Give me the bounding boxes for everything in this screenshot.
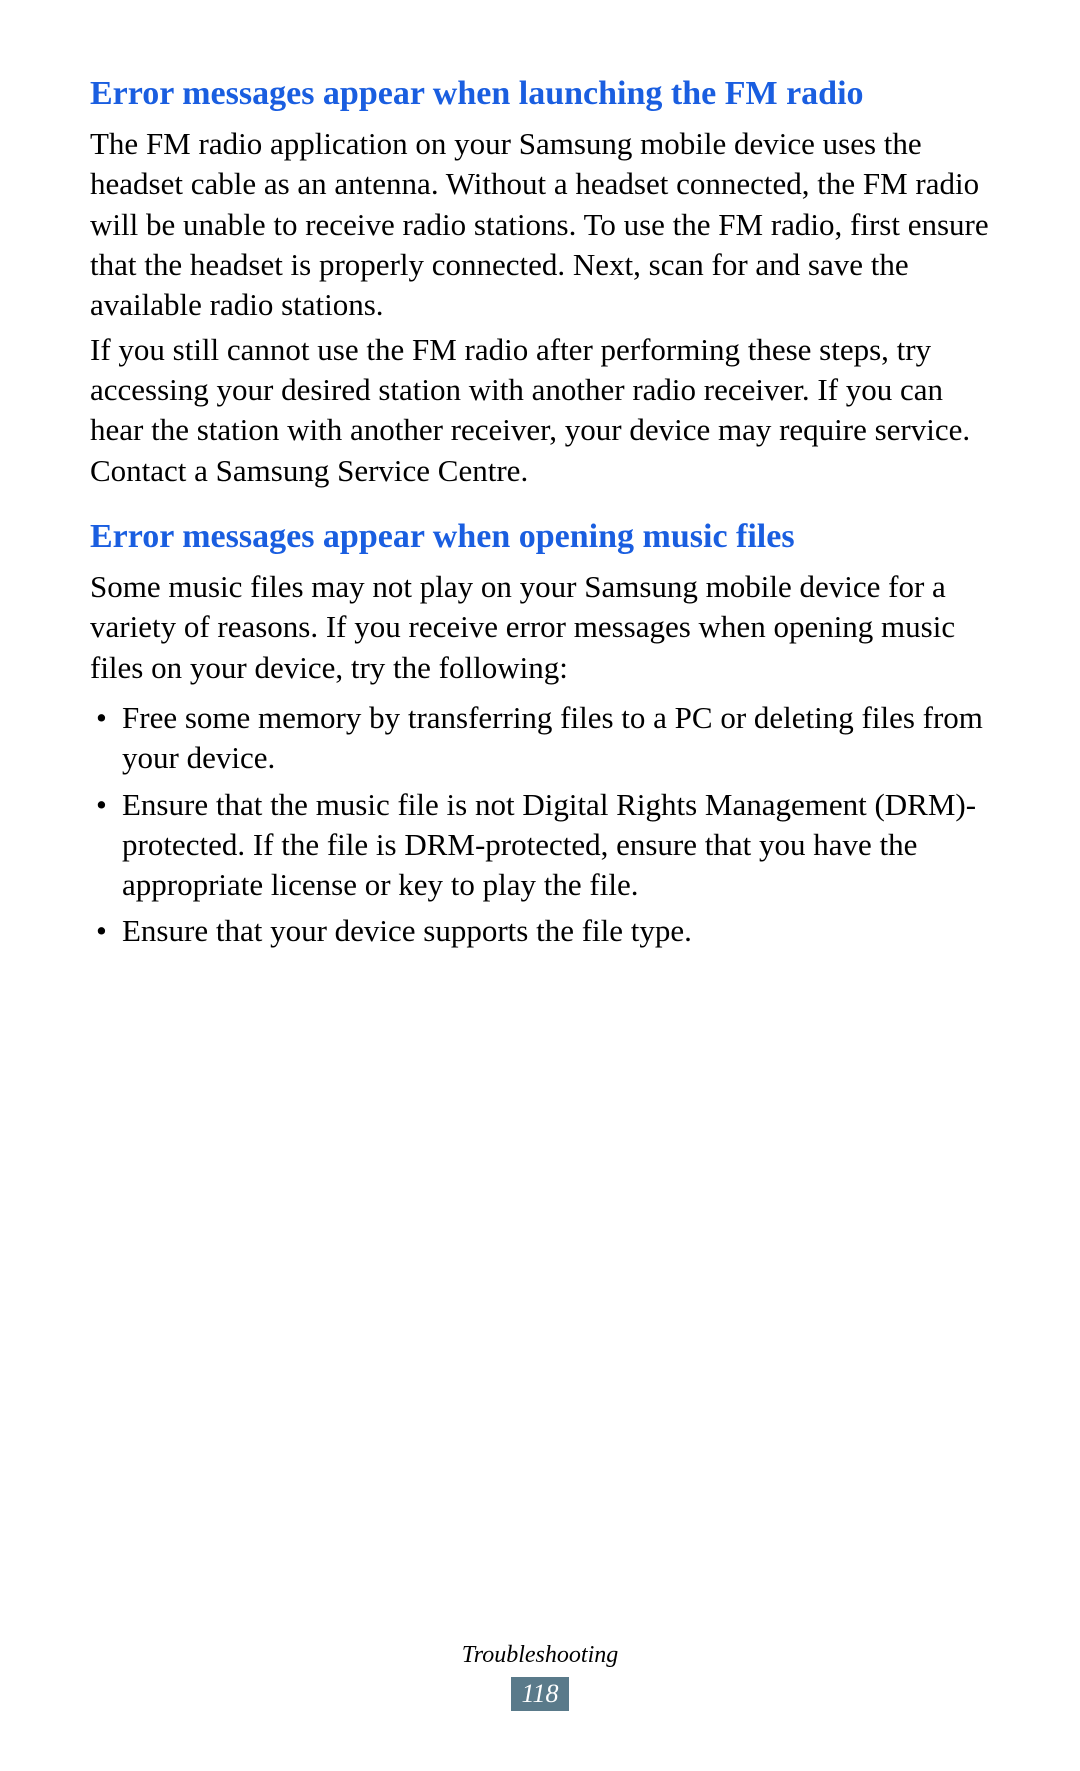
list-item: Free some memory by transferring files t…: [90, 698, 990, 779]
section-heading-1: Error messages appear when launching the…: [90, 72, 990, 116]
section-2-paragraph-1: Some music files may not play on your Sa…: [90, 567, 990, 688]
section-1-paragraph-1: The FM radio application on your Samsung…: [90, 124, 990, 325]
list-item: Ensure that your device supports the fil…: [90, 911, 990, 951]
footer-section-label: Troubleshooting: [0, 1642, 1080, 1669]
page-footer: Troubleshooting 118: [0, 1642, 1080, 1711]
page-content: Error messages appear when launching the…: [0, 0, 1080, 952]
page-number: 118: [511, 1677, 568, 1711]
list-item: Ensure that the music file is not Digita…: [90, 785, 990, 906]
section-1-paragraph-2: If you still cannot use the FM radio aft…: [90, 330, 990, 491]
bullet-list: Free some memory by transferring files t…: [90, 698, 990, 952]
section-heading-2: Error messages appear when opening music…: [90, 515, 990, 559]
